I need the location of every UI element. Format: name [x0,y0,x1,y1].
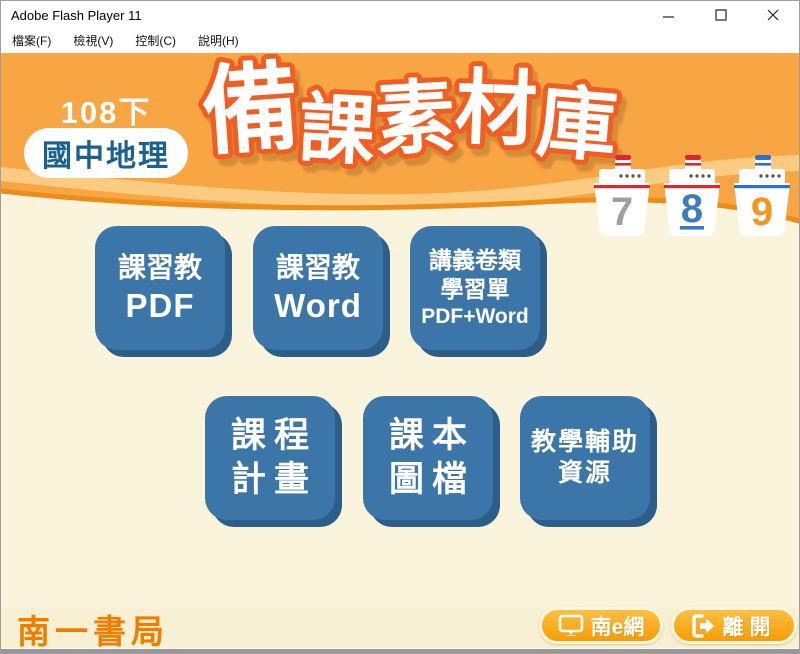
subject-badge: 國中地理 [24,128,188,178]
grade-9-boat[interactable]: 9 [733,103,791,238]
grade-7-number: 7 [611,190,633,234]
menu-view[interactable]: 檢視(V) [62,29,124,53]
button-curriculum-plan[interactable]: 課程 計畫 [205,396,335,520]
boat-funnel [755,155,771,171]
subject-label: 國中地理 [42,131,170,175]
button-kexijiao-word[interactable]: 課習教 Word [253,226,383,350]
button-label-line: Word [274,285,362,326]
title-char-1: 備 [198,54,302,167]
boat-funnel [685,155,701,171]
button-label-line: 計畫 [223,458,317,502]
button-label-line: 資源 [558,458,612,489]
title-char-3: 素 [372,73,456,165]
grade-8-number: 8 [681,187,703,231]
monitor-icon [558,614,584,638]
button-kexijiao-pdf[interactable]: 課習教 PDF [95,226,225,350]
grade-7-boat[interactable]: 7 [593,103,651,238]
menu-file[interactable]: 檔案(F) [1,29,62,53]
title-bar: Adobe Flash Player 11 [1,1,799,29]
nan-e-site-button[interactable]: 南e網 [539,607,663,644]
title-char-2: 課 [296,87,376,174]
exit-icon [692,614,716,638]
button-textbook-images[interactable]: 課本 圖檔 [363,396,493,520]
button-label-line: 課習教 [118,250,202,285]
app-title: 備 課 素 材 庫 [209,55,609,205]
exit-button[interactable]: 離開 [671,607,797,644]
flash-player-window: Adobe Flash Player 11 檔案(F) 檢視(V) 控制(C) … [0,0,800,654]
title-char-4: 材 [453,64,538,157]
button-teaching-aids[interactable]: 教學輔助 資源 [520,396,650,520]
button-label-line: 教學輔助 [531,427,639,458]
window-bottom-edge [1,649,799,653]
boat-funnel [615,155,631,171]
button-handout-sheets[interactable]: 講義卷類 學習單 PDF+Word [410,226,540,350]
window-controls [643,1,799,29]
maximize-icon [715,9,727,21]
grade-9-number: 9 [751,190,773,234]
grade-8-active-underline [680,226,704,230]
site-button-label: 南e網 [591,611,645,641]
button-label-line: 課習教 [276,250,360,285]
button-label-line: 學習單 [441,275,510,304]
semester-label: 108下 [31,87,181,132]
exit-button-label: 離開 [723,611,777,641]
window-title: Adobe Flash Player 11 [11,8,142,23]
button-label-line: PDF [126,285,195,326]
close-icon [767,9,779,21]
button-label-line: 課程 [223,414,317,458]
menu-bar: 檔案(F) 檢視(V) 控制(C) 說明(H) [1,29,799,53]
minimize-button[interactable] [643,1,695,29]
menu-control[interactable]: 控制(C) [124,29,187,53]
close-button[interactable] [747,1,799,29]
button-label-line: 圖檔 [381,458,475,502]
grade-8-boat[interactable]: 8 [663,103,721,238]
button-label-line: 講義卷類 [429,246,521,275]
grade-boats: 7 8 [593,103,793,238]
button-label-line: PDF+Word [421,304,529,330]
button-label-line: 課本 [381,414,475,458]
minimize-icon [663,9,675,21]
publisher-logo: 南一書局 [17,605,169,648]
maximize-button[interactable] [695,1,747,29]
flash-stage: 108下 國中地理 備 課 素 材 庫 [1,53,799,648]
menu-help[interactable]: 說明(H) [187,29,250,53]
